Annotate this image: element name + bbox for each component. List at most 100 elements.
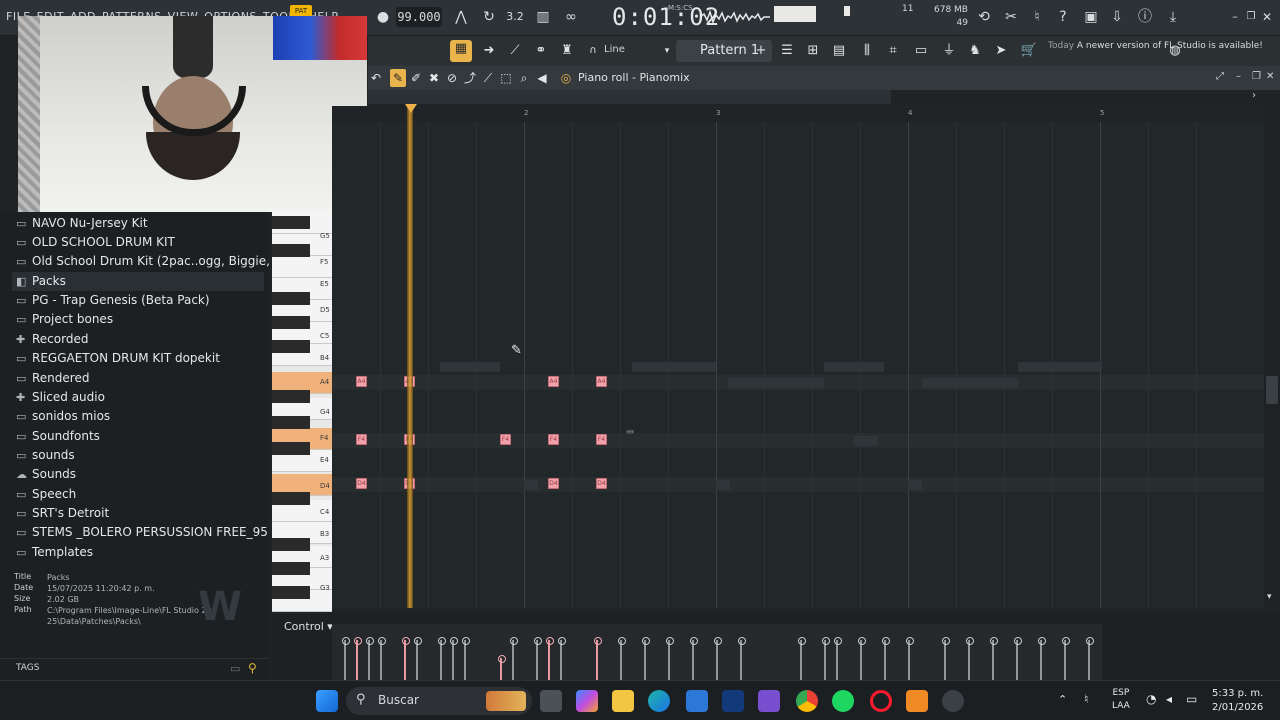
velocity-bar[interactable] xyxy=(450,637,458,680)
obs-icon[interactable] xyxy=(942,690,964,712)
step-edit-icon[interactable]: 3.2 xyxy=(506,8,524,26)
velocity-bar[interactable] xyxy=(510,637,518,680)
velocity-bar[interactable] xyxy=(1062,637,1070,680)
slice-tool-icon[interactable]: ⟋ xyxy=(480,69,496,87)
black-key[interactable] xyxy=(272,562,310,575)
velocity-bar[interactable] xyxy=(354,637,362,680)
velocity-bar[interactable] xyxy=(378,637,386,680)
master-volume-slider[interactable] xyxy=(844,6,850,16)
timeline-ruler[interactable]: 2 3 4 5 xyxy=(332,106,1264,122)
black-key[interactable] xyxy=(272,442,310,455)
undo-icon[interactable]: ↶ xyxy=(368,69,384,87)
note-grid[interactable]: A4 A4 A4 A4 F4 F4 F4 F4 F4 D4 D4 D4 D4 ⇹ xyxy=(332,122,1264,608)
scroll-down-icon[interactable]: ▾ xyxy=(1267,592,1272,602)
note-a4[interactable]: A4 xyxy=(548,376,559,387)
velocity-bar[interactable] xyxy=(834,637,842,680)
black-key[interactable] xyxy=(272,390,310,403)
playback-tool-icon[interactable]: ◀ xyxy=(534,69,550,87)
velocity-bar[interactable] xyxy=(666,637,674,680)
mixer-icon[interactable]: ⫼ xyxy=(858,42,876,60)
velocity-bar[interactable] xyxy=(882,637,890,680)
select-tool-icon[interactable]: ⬚ xyxy=(498,69,514,87)
add-pattern-icon[interactable]: + xyxy=(752,42,770,60)
visual-studio-icon[interactable] xyxy=(758,690,780,712)
arrow-right-icon[interactable]: ➜ xyxy=(480,42,498,60)
plugin-icon[interactable]: ⏚ xyxy=(940,42,958,60)
velocity-bar[interactable] xyxy=(342,637,350,680)
tag-folder-icon[interactable]: ▭ xyxy=(230,662,240,675)
edge-icon[interactable] xyxy=(648,690,670,712)
channel-rack-icon[interactable]: ☰ xyxy=(778,42,796,60)
browser-item[interactable]: ▭ OLD SCHOOL DRUM KIT xyxy=(16,233,175,252)
control-selector[interactable]: Control ▾ xyxy=(284,620,333,633)
taskbar-search[interactable]: ⚲ Buscar xyxy=(346,687,532,715)
browser-item[interactable]: ▭ Project bones xyxy=(16,310,113,329)
playhead-marker[interactable] xyxy=(405,104,417,113)
black-key[interactable] xyxy=(272,244,310,257)
close-icon[interactable]: ✕ xyxy=(1258,8,1276,26)
velocity-bar[interactable] xyxy=(534,637,542,680)
note-a4[interactable]: A4 xyxy=(596,376,607,387)
black-key[interactable] xyxy=(272,292,310,305)
browser-item[interactable]: ▭ REGGAETON DRUM KIT dopekit xyxy=(16,349,220,368)
browser-item[interactable]: ✚ Sliced audio xyxy=(16,388,105,407)
velocity-bar[interactable] xyxy=(438,637,446,680)
window-minimize-icon[interactable]: – xyxy=(1236,71,1241,82)
browser-icon[interactable]: ▭ xyxy=(912,42,930,60)
velocity-bar[interactable] xyxy=(414,637,422,680)
browser-item[interactable]: ▭ STEMS _BOLERO PERSUSSION FREE_95 BPM xyxy=(16,523,298,542)
microphone-icon[interactable]: ♮ xyxy=(1028,8,1046,26)
note-a4[interactable]: A4 xyxy=(356,376,367,387)
tempo-display[interactable]: 99.000 xyxy=(396,7,442,27)
app-icon[interactable] xyxy=(722,690,744,712)
black-key[interactable] xyxy=(272,340,310,353)
velocity-bar[interactable] xyxy=(906,637,914,680)
velocity-bar[interactable] xyxy=(738,637,746,680)
black-key[interactable] xyxy=(272,416,310,429)
info-icon[interactable]: ⓘ xyxy=(1136,8,1154,26)
velocity-bar[interactable] xyxy=(690,637,698,680)
black-key[interactable] xyxy=(272,586,310,599)
playhead[interactable] xyxy=(407,106,413,608)
browser-item[interactable]: ☁ Sounds xyxy=(16,465,76,484)
record-icon[interactable]: ● xyxy=(374,8,392,26)
zoom-tool-icon[interactable]: ⌕ xyxy=(516,69,532,87)
note-f4[interactable]: F4 xyxy=(548,434,559,445)
velocity-bar[interactable] xyxy=(858,637,866,680)
velocity-bar[interactable] xyxy=(714,637,722,680)
metronome-icon[interactable]: ⋀ xyxy=(452,8,470,26)
velocity-bar[interactable] xyxy=(558,637,566,680)
browser-item[interactable]: ▭ Rendered xyxy=(16,369,89,388)
mute-tool-icon[interactable]: ⊘ xyxy=(444,69,460,87)
browser-item[interactable]: ▭ PG - Trap Genesis (Beta Pack) xyxy=(16,291,210,310)
windows-start-icon[interactable] xyxy=(316,690,338,712)
step-sequencer-icon[interactable]: ▤ xyxy=(830,42,848,60)
target-icon[interactable]: ◎ xyxy=(558,69,574,87)
chrome-icon[interactable] xyxy=(796,690,818,712)
browser-item[interactable]: ▭ Templates xyxy=(16,543,93,562)
chevron-down-icon[interactable]: ▾ xyxy=(658,42,676,60)
black-key[interactable] xyxy=(272,216,310,229)
browser-item[interactable]: ▭ sounds xyxy=(16,446,75,465)
note-d4[interactable]: D4 xyxy=(356,478,367,489)
help-icon[interactable]: ? xyxy=(1054,8,1072,26)
shop-icon[interactable]: 🛒 xyxy=(1020,42,1038,60)
undo-history-icon[interactable]: ⟲ xyxy=(975,8,993,26)
piano-keyboard[interactable]: G5 F5 E5 D5 C5 B4 A4 G4 F4 E4 D4 C4 B3 A… xyxy=(272,212,332,612)
slip-tool-icon[interactable]: ⤴ xyxy=(462,69,478,87)
download-icon[interactable]: ⤓ xyxy=(1164,8,1182,26)
update-notice[interactable]: Today A newer version of FL Studio is av… xyxy=(1048,40,1263,52)
note-f4[interactable]: F4 xyxy=(356,434,367,445)
window-maximize-icon[interactable]: ❐ xyxy=(1252,71,1261,82)
fl-studio-icon[interactable] xyxy=(906,690,928,712)
velocity-bar[interactable] xyxy=(798,637,806,680)
piano-roll-icon[interactable]: ▦ xyxy=(450,40,472,62)
velocity-bar[interactable] xyxy=(942,637,950,680)
vertical-scrollbar[interactable]: ▾ xyxy=(1264,122,1280,608)
pencil-tool-icon[interactable]: ⟋ xyxy=(506,42,524,60)
loop-record-icon[interactable]: ↻ xyxy=(480,8,498,26)
magnet-icon[interactable]: ∩ xyxy=(584,42,602,60)
browser-item[interactable]: ▭ sonidos mios xyxy=(16,407,110,426)
tray-chevron-up-icon[interactable]: ⌃ xyxy=(1058,693,1067,706)
playlist-loop-icon[interactable]: ∞ xyxy=(562,8,580,26)
